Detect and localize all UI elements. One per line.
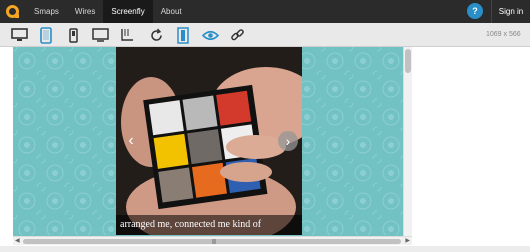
nav-item-about[interactable]: About (153, 0, 190, 23)
vertical-scroll-thumb[interactable] (405, 49, 411, 73)
desktop-icon[interactable] (8, 25, 30, 45)
device-viewport[interactable]: ‹ › arranged me, connected me kind of (13, 47, 412, 243)
previous-slide-button[interactable]: ‹ (121, 131, 141, 151)
screenfly-logo[interactable] (0, 0, 26, 23)
device-toolbar: 1069 x 566 (0, 23, 530, 47)
rubiks-cube-photo: ‹ › arranged me, connected me kind of (116, 47, 302, 235)
nav-item-smaps[interactable]: Smaps (26, 0, 67, 23)
mobile-icon[interactable] (62, 25, 84, 45)
photo-caption: arranged me, connected me kind of (116, 215, 302, 235)
preview-eye-icon[interactable] (199, 25, 221, 45)
scroll-grip-icon (212, 239, 216, 244)
custom-size-icon[interactable] (116, 25, 138, 45)
viewport-dimensions: 1069 x 566 (486, 31, 521, 38)
nav-item-wires[interactable]: Wires (67, 0, 103, 23)
page-bottom-strip (0, 246, 530, 252)
nav-item-screenfly[interactable]: Screenfly (103, 0, 153, 23)
next-slide-button[interactable]: › (278, 131, 298, 151)
rotate-icon[interactable] (145, 25, 167, 45)
vertical-scrollbar[interactable] (403, 47, 412, 236)
horizontal-scrollbar[interactable]: ◀ ▶ (13, 236, 412, 245)
scroll-left-arrow-icon[interactable]: ◀ (15, 237, 20, 245)
help-button[interactable]: ? (467, 3, 483, 19)
tv-icon[interactable] (89, 25, 111, 45)
tablet-icon[interactable] (35, 25, 57, 45)
share-link-icon[interactable] (226, 25, 248, 45)
scroll-toggle-icon[interactable] (172, 25, 194, 45)
scroll-right-arrow-icon[interactable]: ▶ (405, 237, 410, 245)
sign-in-button[interactable]: Sign in (491, 0, 530, 23)
top-nav-bar: Smaps Wires Screenfly About ? Sign in (0, 0, 530, 23)
